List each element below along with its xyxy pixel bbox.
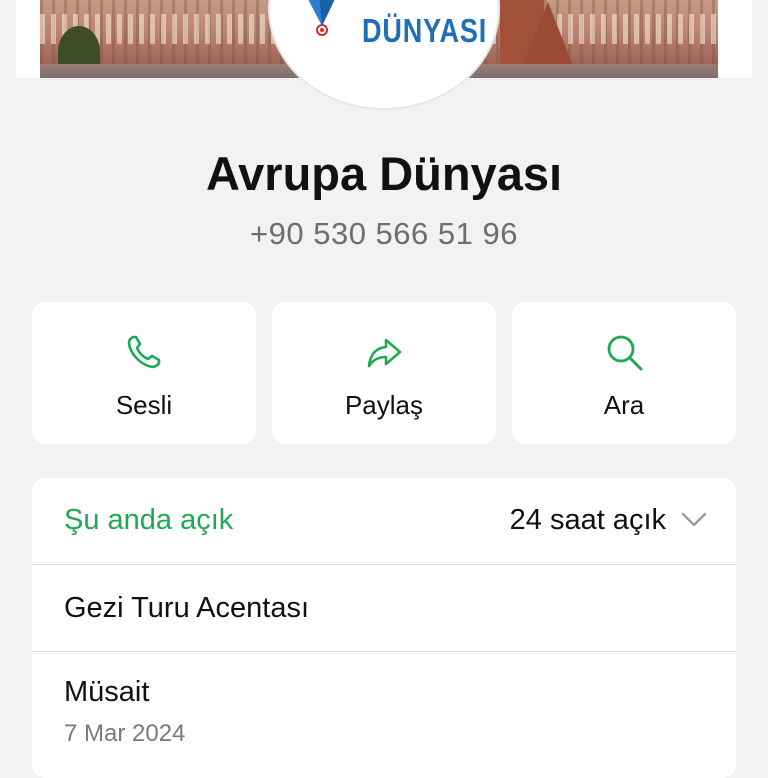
- open-status: Şu anda açık: [64, 504, 234, 536]
- logo-text: DÜNYASI: [362, 12, 488, 49]
- location-pin-icon: [308, 0, 335, 36]
- phone-number[interactable]: +90 530 566 51 96: [0, 216, 768, 252]
- phone-icon: [127, 335, 161, 369]
- hours-row[interactable]: Şu anda açık 24 saat açık: [32, 478, 736, 564]
- action-buttons: Sesli Paylaş Ara: [32, 302, 736, 444]
- voice-call-button[interactable]: Sesli: [32, 302, 256, 444]
- chevron-down-icon: [681, 512, 707, 527]
- share-label: Paylaş: [344, 390, 424, 420]
- availability-date: 7 Mar 2024: [64, 720, 186, 747]
- business-category: Gezi Turu Acentası: [64, 592, 310, 624]
- divider: [32, 651, 736, 652]
- business-info-card: Şu anda açık 24 saat açık Gezi Turu Acen…: [32, 478, 736, 778]
- voice-call-label: Sesli: [115, 390, 173, 420]
- profile-logo[interactable]: DÜNYASI: [270, 0, 498, 108]
- share-button[interactable]: Paylaş: [272, 302, 496, 444]
- search-icon: [607, 335, 643, 371]
- business-name: Avrupa Dünyası: [205, 147, 563, 200]
- availability-label: Müsait: [64, 676, 150, 708]
- share-icon: [367, 338, 402, 368]
- search-button[interactable]: Ara: [512, 302, 736, 444]
- search-label: Ara: [603, 390, 645, 420]
- hours-value: 24 saat açık: [509, 504, 666, 536]
